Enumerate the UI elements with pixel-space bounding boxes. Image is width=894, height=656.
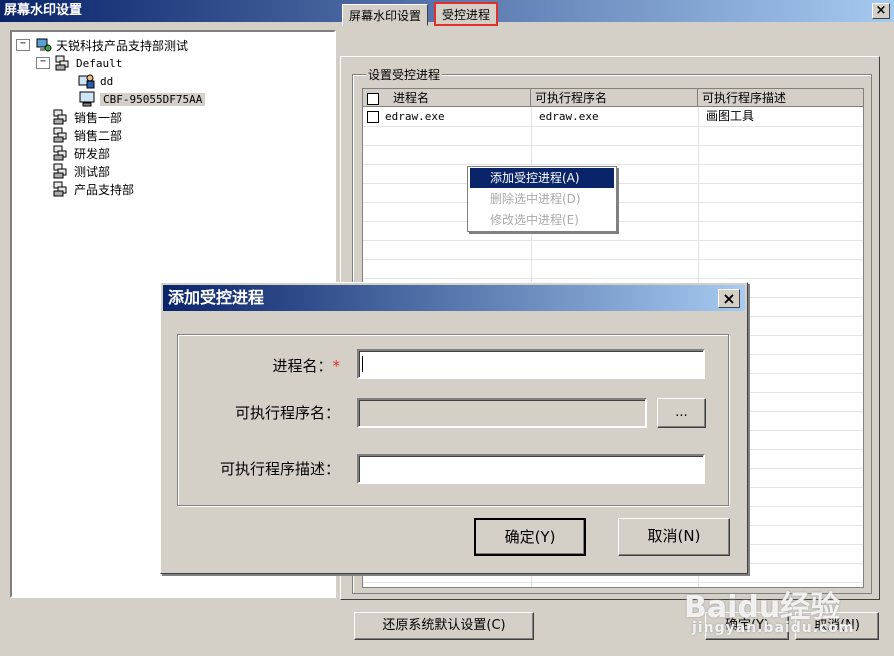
menu-label: 修改选中进程(E) [490, 213, 579, 227]
grid-line [363, 259, 863, 260]
groupbox-label: 设置受控进程 [366, 66, 443, 83]
tree-content: − 天锐科技产品支持部测试 − Default dd CBF-95055DF75… [16, 36, 206, 198]
exe-name-input [357, 398, 647, 428]
button-label: 取消(N) [647, 527, 701, 545]
restore-defaults-button[interactable]: 还原系统默认设置(C) [354, 612, 534, 640]
tree-group-default[interactable]: − Default [16, 54, 205, 72]
watermark-url: jingyan.baidu.com [692, 620, 855, 636]
user-icon [78, 74, 95, 89]
group-icon [55, 55, 69, 71]
dialog-title-bar: 添加受控进程 [163, 285, 745, 311]
close-icon: × [722, 289, 736, 308]
group-icon [53, 163, 67, 179]
dialog-ok-button[interactable]: 确定(Y) [474, 518, 586, 556]
text-cursor [362, 356, 363, 372]
browse-button[interactable]: ... [657, 398, 706, 428]
tree-dept-label: 销售二部 [74, 128, 123, 143]
menu-item-edit-process[interactable]: 修改选中进程(E) [470, 210, 614, 230]
dialog-cancel-button[interactable]: 取消(N) [618, 518, 730, 556]
cell-desc: 画图工具 [706, 109, 755, 123]
group-icon [53, 109, 67, 125]
close-icon: × [875, 3, 887, 18]
grid-line [363, 126, 863, 127]
tree-computer-label: CBF-95055DF75AA [100, 92, 206, 106]
menu-label: 添加受控进程(A) [490, 171, 580, 185]
dialog-close-button[interactable]: × [718, 289, 740, 308]
button-label: 确定(Y) [504, 528, 556, 546]
cell-exe: edraw.exe [539, 110, 599, 123]
column-label: 进程名 [393, 91, 430, 105]
tree-dept-item[interactable]: 研发部 [16, 144, 205, 162]
collapse-icon[interactable]: − [36, 57, 50, 69]
menu-item-delete-process[interactable]: 删除选中进程(D) [470, 189, 614, 209]
window-title: 屏幕水印设置 [4, 3, 83, 18]
column-header-desc[interactable]: 可执行程序描述 [698, 89, 863, 107]
tree-group-label: Default [76, 56, 123, 70]
exe-desc-label: 可执行程序描述： [219, 460, 340, 478]
tree-user-label: dd [100, 74, 114, 88]
menu-item-add-process[interactable]: 添加受控进程(A) [470, 168, 614, 188]
computer-icon [79, 91, 95, 107]
tab-controlled-process[interactable]: 受控进程 [434, 2, 499, 26]
group-icon [53, 127, 67, 143]
context-menu: 添加受控进程(A) 删除选中进程(D) 修改选中进程(E) [467, 166, 617, 232]
grid-line [363, 145, 863, 146]
label-text: 进程名： [272, 357, 333, 375]
table-row[interactable]: edraw.exe edraw.exe 画图工具 [363, 108, 863, 126]
collapse-icon[interactable]: − [16, 39, 30, 51]
exe-name-label: 可执行程序名： [234, 404, 340, 422]
column-label: 可执行程序名 [535, 91, 608, 105]
process-name-input[interactable] [357, 349, 705, 379]
tab-label: 屏幕水印设置 [349, 9, 422, 23]
grid-line [363, 164, 863, 165]
tab-label: 受控进程 [442, 8, 491, 22]
group-icon [53, 145, 67, 161]
column-header-process[interactable]: 进程名 [363, 89, 531, 107]
dialog-title: 添加受控进程 [168, 288, 265, 307]
menu-label: 删除选中进程(D) [490, 192, 581, 206]
cell-process: edraw.exe [385, 110, 445, 123]
column-header-exe[interactable]: 可执行程序名 [531, 89, 698, 107]
tree-dept-item[interactable]: 产品支持部 [16, 180, 205, 198]
grid-line [363, 278, 863, 279]
tab-watermark[interactable]: 屏幕水印设置 [342, 4, 429, 26]
tree-dept-item[interactable]: 销售一部 [16, 108, 205, 126]
tree-dept-label: 产品支持部 [74, 182, 135, 197]
tree-computer-item[interactable]: CBF-95055DF75AA [16, 90, 206, 108]
window-close-button[interactable]: × [872, 3, 890, 19]
exe-desc-input[interactable] [357, 454, 705, 484]
tree-root[interactable]: − 天锐科技产品支持部测试 [16, 36, 205, 54]
process-name-label: 进程名：* [190, 355, 340, 376]
group-icon [53, 181, 67, 197]
button-label: ... [675, 405, 688, 420]
tree-dept-label: 研发部 [74, 146, 111, 161]
tree-user-item[interactable]: dd [16, 72, 205, 90]
tree-dept-label: 测试部 [74, 164, 111, 179]
tree-root-label: 天锐科技产品支持部测试 [56, 38, 189, 53]
row-checkbox[interactable] [367, 111, 379, 123]
tree-dept-label: 销售一部 [74, 110, 123, 125]
button-label: 还原系统默认设置(C) [382, 618, 506, 633]
network-computer-icon [36, 38, 52, 52]
select-all-checkbox[interactable] [367, 92, 379, 105]
tree-dept-item[interactable]: 销售二部 [16, 126, 205, 144]
column-label: 可执行程序描述 [702, 91, 787, 105]
grid-line [363, 240, 863, 241]
required-mark: * [332, 357, 341, 375]
tree-dept-item[interactable]: 测试部 [16, 162, 205, 180]
